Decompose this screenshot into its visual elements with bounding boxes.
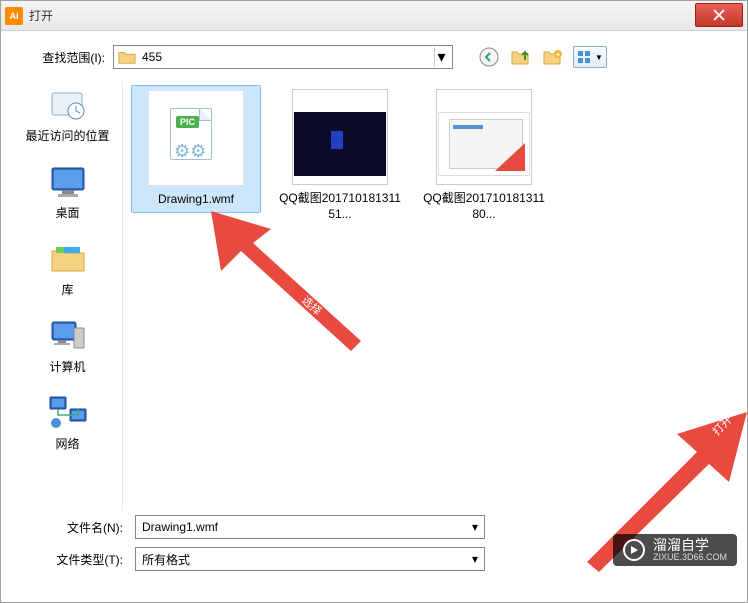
folder-up-icon [511, 48, 531, 66]
main-area: 最近访问的位置 桌面 库 [13, 81, 735, 511]
lookin-value: 455 [142, 50, 434, 64]
recent-icon [46, 85, 90, 125]
place-recent[interactable]: 最近访问的位置 [13, 85, 122, 144]
dialog-content: 查找范围(I): 455 ▾ ✦ ▼ [1, 31, 747, 602]
network-icon [46, 393, 90, 433]
file-name: QQ截图20171018131180... [423, 191, 545, 222]
place-libraries[interactable]: 库 [13, 239, 122, 298]
new-folder-button[interactable]: ✦ [541, 45, 565, 69]
chevron-down-icon: ▾ [434, 47, 448, 67]
file-thumb [292, 89, 388, 185]
up-button[interactable] [509, 45, 533, 69]
view-menu-button[interactable]: ▼ [573, 46, 607, 68]
titlebar: Ai 打开 [1, 1, 747, 31]
desktop-icon [46, 162, 90, 202]
close-icon [713, 9, 725, 21]
filetype-value: 所有格式 [142, 551, 190, 568]
lookin-row: 查找范围(I): 455 ▾ ✦ ▼ [13, 39, 735, 75]
file-name: Drawing1.wmf [158, 192, 234, 208]
watermark: 溜溜自学 ZIXUE.3D66.COM [613, 534, 737, 566]
file-item-screenshot2[interactable]: QQ截图20171018131180... [419, 85, 549, 226]
folder-icon [118, 49, 136, 65]
folder-new-icon: ✦ [543, 48, 563, 66]
close-button[interactable] [695, 3, 743, 27]
filetype-select[interactable]: 所有格式 ▾ [135, 547, 485, 571]
dialog-title: 打开 [29, 7, 695, 24]
filename-input[interactable]: Drawing1.wmf ▾ [135, 515, 485, 539]
file-thumb: PIC ⚙⚙ [148, 90, 244, 186]
filename-value: Drawing1.wmf [142, 520, 218, 534]
place-libraries-label: 库 [61, 281, 73, 298]
place-network-label: 网络 [55, 435, 79, 452]
svg-text:✦: ✦ [555, 51, 561, 59]
file-item-drawing1[interactable]: PIC ⚙⚙ Drawing1.wmf [131, 85, 261, 213]
file-item-screenshot1[interactable]: QQ截图20171018131151... [275, 85, 405, 226]
watermark-sub: ZIXUE.3D66.COM [653, 552, 727, 562]
lookin-label: 查找范围(I): [13, 49, 113, 66]
place-desktop-label: 桌面 [55, 204, 79, 221]
lookin-select[interactable]: 455 ▾ [113, 45, 453, 69]
toolbar-icons: ✦ ▼ [477, 45, 607, 69]
view-icon [577, 50, 593, 64]
file-grid[interactable]: PIC ⚙⚙ Drawing1.wmf QQ截图20171018131151..… [123, 81, 735, 511]
filetype-label: 文件类型(T): [13, 551, 135, 568]
open-dialog: Ai 打开 查找范围(I): 455 ▾ [0, 0, 748, 603]
app-icon: Ai [5, 7, 23, 25]
file-thumb [436, 89, 532, 185]
place-desktop[interactable]: 桌面 [13, 162, 122, 221]
filename-label: 文件名(N): [13, 519, 135, 536]
chevron-down-icon: ▼ [595, 53, 603, 62]
back-icon [479, 47, 499, 67]
computer-icon [46, 316, 90, 356]
chevron-down-icon: ▾ [472, 520, 478, 534]
watermark-text: 溜溜自学 [653, 538, 727, 552]
place-network[interactable]: 网络 [13, 393, 122, 452]
place-computer-label: 计算机 [49, 358, 85, 375]
place-computer[interactable]: 计算机 [13, 316, 122, 375]
chevron-down-icon: ▾ [472, 552, 478, 566]
file-name: QQ截图20171018131151... [279, 191, 401, 222]
back-button[interactable] [477, 45, 501, 69]
places-bar: 最近访问的位置 桌面 库 [13, 81, 123, 511]
place-recent-label: 最近访问的位置 [25, 127, 109, 144]
play-icon [623, 539, 645, 561]
libraries-icon [46, 239, 90, 279]
